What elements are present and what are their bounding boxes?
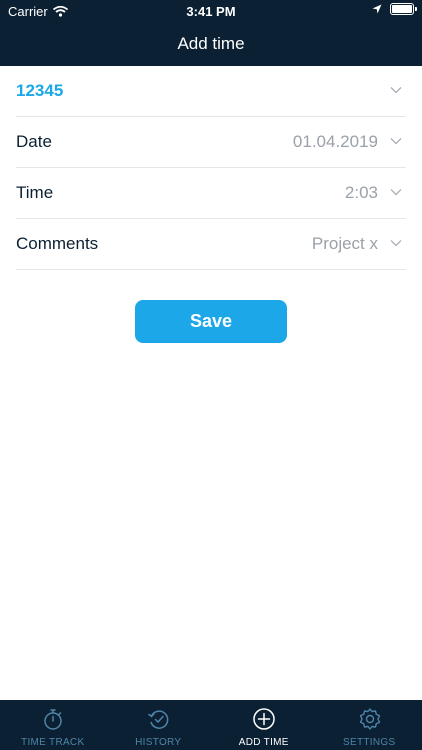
status-time: 3:41 PM bbox=[186, 4, 236, 19]
chevron-down-icon bbox=[390, 189, 402, 196]
date-field[interactable]: Date 01.04.2019 bbox=[16, 117, 406, 168]
history-icon bbox=[147, 710, 168, 729]
tab-label: TIME TRACK bbox=[21, 737, 85, 748]
time-label: Time bbox=[16, 183, 54, 202]
tab-history[interactable]: HISTORY bbox=[106, 700, 212, 750]
comments-placeholder: Project x bbox=[311, 234, 378, 253]
app-header: Carrier 3:41 PM Add time bbox=[0, 0, 422, 66]
project-select[interactable]: 12345 bbox=[16, 66, 406, 117]
gear-icon bbox=[359, 708, 380, 730]
battery-icon bbox=[390, 3, 417, 15]
chevron-down-icon bbox=[390, 240, 402, 247]
tab-time-track[interactable]: TIME TRACK bbox=[0, 700, 106, 750]
tab-label: SETTINGS bbox=[343, 737, 396, 748]
chevron-down-icon bbox=[390, 138, 402, 145]
status-bar: Carrier 3:41 PM bbox=[0, 0, 422, 22]
comments-label: Comments bbox=[16, 234, 99, 253]
chevron-down-icon bbox=[390, 87, 402, 94]
add-time-form: 12345 Date 01.04.2019 Time 2:03 Comments… bbox=[16, 66, 406, 270]
stopwatch-icon bbox=[44, 709, 62, 730]
comments-field[interactable]: Comments Project x bbox=[16, 219, 406, 270]
tab-bar: TIME TRACK HISTORY ADD TIME SETTINGS bbox=[0, 700, 422, 750]
add-circle-icon bbox=[253, 708, 275, 730]
save-button[interactable]: Save bbox=[135, 300, 287, 343]
time-field[interactable]: Time 2:03 bbox=[16, 168, 406, 219]
project-value: 12345 bbox=[16, 81, 64, 100]
page-title: Add time bbox=[177, 34, 245, 53]
tab-add-time[interactable]: ADD TIME bbox=[211, 700, 317, 750]
date-value: 01.04.2019 bbox=[292, 132, 378, 151]
tab-settings[interactable]: SETTINGS bbox=[317, 700, 422, 750]
date-label: Date bbox=[16, 132, 52, 151]
tab-label: ADD TIME bbox=[238, 737, 289, 748]
time-value: 2:03 bbox=[344, 183, 378, 202]
tab-label: HISTORY bbox=[135, 737, 182, 748]
location-arrow-icon bbox=[372, 4, 382, 14]
